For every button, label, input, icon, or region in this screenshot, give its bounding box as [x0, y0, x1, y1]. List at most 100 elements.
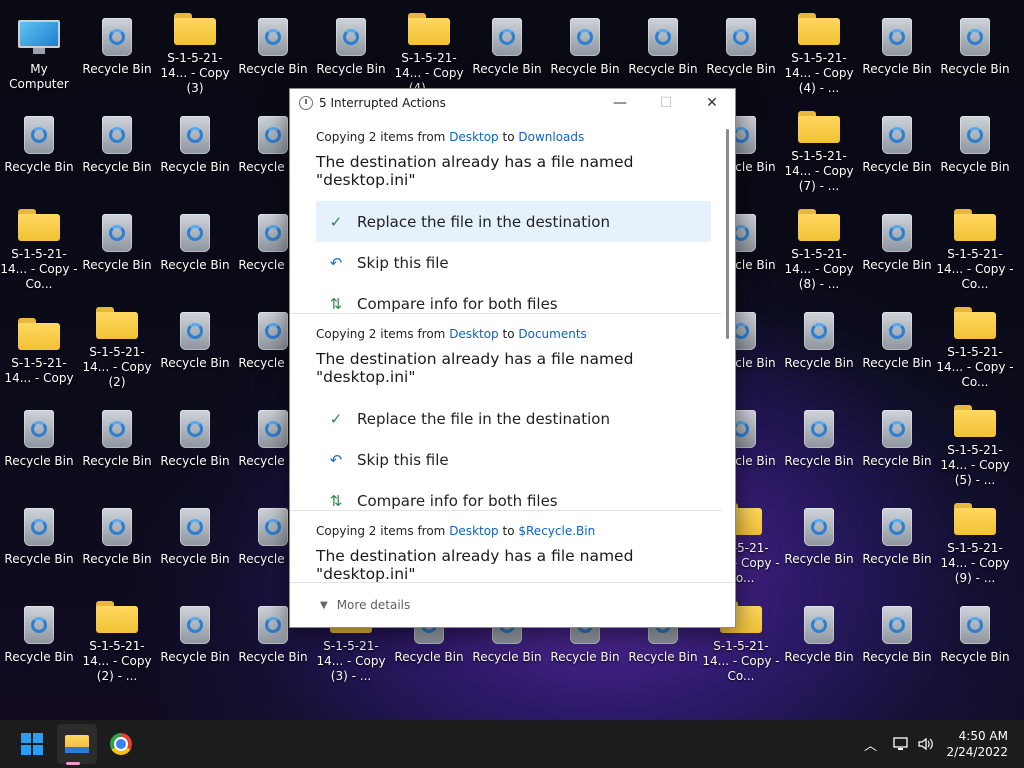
desktop-icon-folder[interactable]: S-1-5-21-14... - Copy (4) - ... — [390, 4, 468, 96]
recycle-bin-icon — [24, 606, 54, 644]
desktop-icon-folder[interactable]: S-1-5-21-14... - Copy (2) - ... — [78, 592, 156, 684]
desktop-icon-folder[interactable]: S-1-5-21-14... - Copy - Co... — [936, 200, 1014, 292]
desktop-icon-folder[interactable]: S-1-5-21-14... - Copy (5) - ... — [936, 396, 1014, 488]
desktop-icon-recycle-bin[interactable]: Recycle Bin — [858, 4, 936, 96]
desktop-icon-recycle-bin[interactable]: Recycle Bin — [78, 494, 156, 586]
interrupted-actions-dialog: 5 Interrupted Actions — ☐ ✕ Copying 2 it… — [289, 88, 736, 628]
conflict-list[interactable]: Copying 2 items from Desktop to Download… — [290, 117, 722, 583]
desktop-icon-recycle-bin[interactable]: Recycle Bin — [780, 494, 858, 586]
recycle-bin-icon — [102, 410, 132, 448]
desktop-icon-label: S-1-5-21-14... - Copy - Co... — [702, 639, 780, 683]
desktop-icon-recycle-bin[interactable]: Recycle Bin — [0, 396, 78, 488]
desktop-icon-recycle-bin[interactable]: Recycle Bin — [156, 592, 234, 684]
recycle-bin-icon — [258, 214, 288, 252]
desktop-icon-label: Recycle Bin — [628, 62, 698, 76]
desktop-icon-recycle-bin[interactable]: Recycle Bin — [0, 592, 78, 684]
desktop-icon-recycle-bin[interactable]: Recycle Bin — [78, 200, 156, 292]
destination-link[interactable]: Documents — [518, 327, 586, 341]
volume-icon[interactable] — [917, 720, 935, 768]
file-explorer-icon — [65, 735, 89, 753]
desktop-icon-folder[interactable]: S-1-5-21-14... - Copy (7) - ... — [780, 102, 858, 194]
desktop-icon-recycle-bin[interactable]: Recycle Bin — [936, 4, 1014, 96]
desktop-icon-label: S-1-5-21-14... - Copy (2) — [82, 345, 152, 389]
start-button[interactable] — [12, 724, 52, 764]
desktop-icon-label: S-1-5-21-14... - Copy (5) - ... — [940, 443, 1010, 487]
source-link[interactable]: Desktop — [449, 327, 499, 341]
desktop-icon-recycle-bin[interactable]: Recycle Bin — [780, 592, 858, 684]
desktop-icon-recycle-bin[interactable]: Recycle Bin — [546, 4, 624, 96]
copy-info: Copying 2 items from Desktop to Download… — [316, 130, 585, 144]
desktop-icon-recycle-bin[interactable]: Recycle Bin — [78, 102, 156, 194]
recycle-bin-icon — [960, 606, 990, 644]
desktop-icon-recycle-bin[interactable]: Recycle Bin — [858, 592, 936, 684]
destination-link[interactable]: $Recycle.Bin — [518, 524, 595, 538]
desktop-icon-folder[interactable]: S-1-5-21-14... - Copy (2) — [78, 298, 156, 390]
desktop-icon-my-computer[interactable]: My Computer — [0, 4, 78, 96]
desktop-icon-recycle-bin[interactable]: Recycle Bin — [156, 396, 234, 488]
desktop-icon-folder[interactable]: S-1-5-21-14... - Copy - Co... — [936, 298, 1014, 390]
desktop-icon-recycle-bin[interactable]: Recycle Bin — [702, 4, 780, 96]
desktop-icon-folder[interactable]: S-1-5-21-14... - Copy (3) — [156, 4, 234, 96]
desktop-icon-folder[interactable]: S-1-5-21-14... - Copy — [0, 298, 78, 390]
replace-option[interactable]: ✓ Replace the file in the destination — [316, 398, 711, 439]
desktop-icon-recycle-bin[interactable]: Recycle Bin — [858, 396, 936, 488]
desktop-icon-recycle-bin[interactable]: Recycle Bin — [156, 200, 234, 292]
desktop-icon-label: Recycle Bin — [862, 160, 932, 174]
recycle-bin-icon — [24, 508, 54, 546]
desktop-icon-recycle-bin[interactable]: Recycle Bin — [312, 4, 390, 96]
desktop-icon-recycle-bin[interactable]: Recycle Bin — [780, 396, 858, 488]
active-indicator — [66, 762, 80, 765]
recycle-bin-icon — [24, 116, 54, 154]
desktop-icon-recycle-bin[interactable]: Recycle Bin — [234, 4, 312, 96]
dialog-titlebar[interactable]: 5 Interrupted Actions — ☐ ✕ — [290, 89, 735, 116]
desktop-icon-recycle-bin[interactable]: Recycle Bin — [78, 4, 156, 96]
desktop-icon-label: Recycle Bin — [550, 650, 620, 664]
desktop-icon-label: Recycle Bin — [862, 62, 932, 76]
desktop-icon-recycle-bin[interactable]: Recycle Bin — [780, 298, 858, 390]
desktop-icon-recycle-bin[interactable]: Recycle Bin — [624, 4, 702, 96]
desktop-icon-recycle-bin[interactable]: Recycle Bin — [468, 4, 546, 96]
more-details-toggle[interactable]: ▼ More details — [290, 582, 735, 627]
desktop-icon-recycle-bin[interactable]: Recycle Bin — [0, 494, 78, 586]
destination-link[interactable]: Downloads — [518, 130, 584, 144]
desktop-icon-label: Recycle Bin — [238, 62, 308, 76]
network-icon[interactable] — [892, 720, 910, 768]
desktop-icon-recycle-bin[interactable]: Recycle Bin — [0, 102, 78, 194]
desktop-icon-label: Recycle Bin — [940, 650, 1010, 664]
desktop-icon-recycle-bin[interactable]: Recycle Bin — [936, 102, 1014, 194]
desktop-icon-recycle-bin[interactable]: Recycle Bin — [156, 494, 234, 586]
scrollbar-thumb[interactable] — [726, 129, 729, 339]
desktop-icon-folder[interactable]: S-1-5-21-14... - Copy - Co... — [0, 200, 78, 292]
desktop-icon-recycle-bin[interactable]: Recycle Bin — [858, 200, 936, 292]
source-link[interactable]: Desktop — [449, 130, 499, 144]
desktop-icon-recycle-bin[interactable]: Recycle Bin — [156, 102, 234, 194]
desktop-icon-recycle-bin[interactable]: Recycle Bin — [858, 102, 936, 194]
chrome-icon — [110, 733, 132, 755]
folder-icon — [954, 405, 996, 437]
recycle-bin-icon — [180, 214, 210, 252]
skip-option[interactable]: ↶ Skip this file — [316, 242, 711, 283]
desktop-icon-folder[interactable]: S-1-5-21-14... - Copy (4) - ... — [780, 4, 858, 96]
desktop-icon-recycle-bin[interactable]: Recycle Bin — [156, 298, 234, 390]
recycle-bin-icon — [804, 312, 834, 350]
show-hidden-icons-button[interactable]: ︿ — [864, 720, 877, 768]
recycle-bin-icon — [102, 116, 132, 154]
source-link[interactable]: Desktop — [449, 524, 499, 538]
desktop-icon-recycle-bin[interactable]: Recycle Bin — [858, 298, 936, 390]
file-explorer-taskbar-button[interactable] — [57, 724, 97, 764]
desktop-icon-recycle-bin[interactable]: Recycle Bin — [78, 396, 156, 488]
replace-option[interactable]: ✓ Replace the file in the destination — [316, 201, 711, 242]
system-clock[interactable]: 4:50 AM 2/24/2022 — [946, 728, 1008, 760]
skip-option[interactable]: ↶ Skip this file — [316, 439, 711, 480]
desktop-icon-recycle-bin[interactable]: Recycle Bin — [936, 592, 1014, 684]
desktop-icon-folder[interactable]: S-1-5-21-14... - Copy (9) - ... — [936, 494, 1014, 586]
desktop-icon-label: S-1-5-21-14... - Copy (8) - ... — [784, 247, 854, 291]
desktop-icon-label: Recycle Bin — [472, 650, 542, 664]
close-button[interactable]: ✕ — [689, 89, 735, 116]
folder-icon — [954, 503, 996, 535]
desktop-icon-recycle-bin[interactable]: Recycle Bin — [858, 494, 936, 586]
chrome-taskbar-button[interactable] — [101, 724, 141, 764]
minimize-button[interactable]: — — [597, 89, 643, 116]
desktop-icon-label: Recycle Bin — [160, 454, 230, 468]
desktop-icon-folder[interactable]: S-1-5-21-14... - Copy (8) - ... — [780, 200, 858, 292]
